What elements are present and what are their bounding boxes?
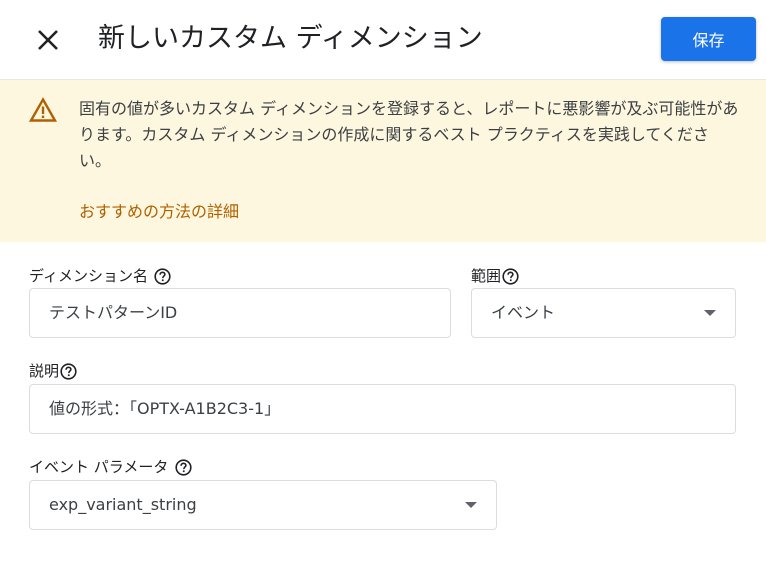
dialog-header: 新しいカスタム ディメンション 保存 [0, 0, 766, 80]
event-parameter-label-text: イベント パラメータ [29, 458, 169, 476]
event-parameter-label: イベント パラメータ [29, 457, 192, 477]
warning-triangle-icon [29, 97, 57, 122]
dimension-name-label: ディメンション名 [29, 266, 171, 286]
close-button[interactable] [30, 22, 66, 58]
scope-label-text: 範囲 [471, 267, 502, 285]
best-practices-link[interactable]: おすすめの方法の詳細 [79, 200, 239, 224]
page-title: 新しいカスタム ディメンション [98, 23, 483, 54]
help-icon[interactable] [60, 362, 77, 380]
close-icon [38, 30, 58, 50]
scope-select[interactable]: イベント [471, 288, 736, 338]
description-label-text: 説明 [29, 362, 60, 380]
description-value: 値の形式：「OPTX-A1B2C3-1」 [49, 399, 281, 418]
help-icon[interactable] [154, 267, 171, 285]
scope-value: イベント [491, 303, 556, 322]
save-button[interactable]: 保存 [661, 17, 756, 61]
warning-message: 固有の値が多いカスタム ディメンションを登録すると、レポートに悪影響が及ぶ可能性… [79, 99, 739, 170]
dimension-name-value: テストパターンID [49, 303, 178, 322]
chevron-down-icon [465, 502, 477, 508]
chevron-down-icon [704, 310, 716, 316]
dimension-name-label-text: ディメンション名 [29, 267, 148, 285]
event-parameter-value: exp_variant_string [49, 495, 197, 514]
description-input[interactable]: 値の形式：「OPTX-A1B2C3-1」 [29, 384, 736, 434]
dimension-name-input[interactable]: テストパターンID [29, 288, 451, 338]
description-label: 説明 [29, 361, 77, 381]
warning-banner: 固有の値が多いカスタム ディメンションを登録すると、レポートに悪影響が及ぶ可能性… [0, 80, 766, 242]
help-icon[interactable] [175, 458, 192, 476]
event-parameter-select[interactable]: exp_variant_string [29, 480, 497, 530]
help-icon[interactable] [502, 267, 519, 285]
scope-label: 範囲 [471, 266, 519, 286]
